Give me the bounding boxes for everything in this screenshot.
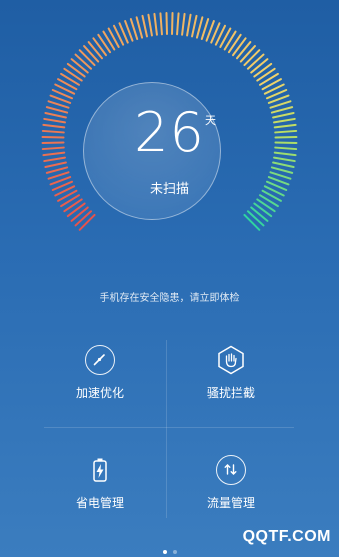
- gauge-tick: [159, 12, 163, 36]
- gauge-tick: [171, 12, 174, 36]
- tile-label: 流量管理: [206, 496, 255, 510]
- hand-stop-icon: [216, 345, 246, 375]
- tile-label: 骚扰拦截: [206, 386, 255, 400]
- tile-speed-optimize[interactable]: 加速优化: [40, 345, 160, 425]
- gauge-tick: [78, 213, 96, 231]
- gauge-tick: [45, 166, 69, 174]
- gauge-tick: [92, 37, 107, 57]
- gauge-tick: [195, 16, 204, 39]
- days-unit: 天: [205, 114, 216, 127]
- tile-data-manage[interactable]: 流量管理: [171, 455, 291, 535]
- gauge-tick: [66, 202, 86, 218]
- days-count: 26: [134, 101, 205, 164]
- gauge-tick: [165, 12, 168, 36]
- gauge-tick: [135, 16, 144, 39]
- gauge-tick: [243, 213, 261, 231]
- battery-icon: [85, 455, 115, 485]
- gauge-tick: [246, 210, 265, 227]
- gauge-tick: [191, 14, 198, 38]
- gauge-tick: [239, 45, 256, 63]
- gauge-tick: [70, 58, 89, 74]
- gauge-tick: [246, 53, 265, 70]
- gauge-tick: [253, 202, 273, 218]
- security-warning: 手机存在安全隐患，请立即体检: [99, 293, 240, 304]
- gauge-tick: [141, 14, 148, 38]
- gauge-tick: [176, 12, 180, 36]
- gauge-tick: [153, 12, 158, 36]
- gauge-tick: [250, 206, 269, 222]
- gauge-tick: [147, 13, 153, 37]
- gauge-tick: [78, 49, 96, 67]
- gauge-tick: [74, 210, 93, 227]
- data-transfer-icon: [216, 455, 246, 485]
- gauge-tick: [250, 58, 269, 74]
- gauge-tick: [186, 13, 192, 37]
- gauge-tick: [270, 166, 294, 174]
- gauge-tick: [181, 12, 186, 36]
- gauge-tick: [74, 53, 93, 70]
- tile-label: 加速优化: [75, 386, 124, 400]
- gauge-tick: [256, 198, 276, 213]
- grid-divider-vertical: [166, 340, 167, 518]
- gauge-tick: [256, 67, 276, 82]
- grid-divider-horizontal: [44, 427, 294, 428]
- gauge-tick: [243, 49, 261, 67]
- gauge-tick: [253, 62, 273, 78]
- speedometer-icon: [85, 345, 115, 375]
- scan-status: 未扫描: [149, 182, 189, 197]
- gauge-tick: [87, 41, 104, 60]
- gauge-tick: [66, 62, 86, 78]
- gauge-tick: [70, 206, 89, 222]
- page-dot[interactable]: [172, 550, 177, 554]
- page-dot-active[interactable]: [162, 550, 167, 554]
- gauge-tick: [83, 45, 100, 63]
- page-indicator: [0, 546, 339, 554]
- gauge-tick: [232, 37, 247, 57]
- tile-harassment-block[interactable]: 骚扰拦截: [171, 345, 291, 425]
- gauge-tick: [97, 33, 112, 54]
- gauge-tick: [235, 41, 252, 60]
- tile-label: 省电管理: [75, 496, 124, 510]
- tile-battery-manage[interactable]: 省电管理: [40, 455, 160, 535]
- gauge-tick: [63, 198, 83, 213]
- gauge-tick: [63, 67, 83, 82]
- watermark: QQTF.COM: [242, 528, 331, 545]
- gauge-tick: [227, 33, 242, 54]
